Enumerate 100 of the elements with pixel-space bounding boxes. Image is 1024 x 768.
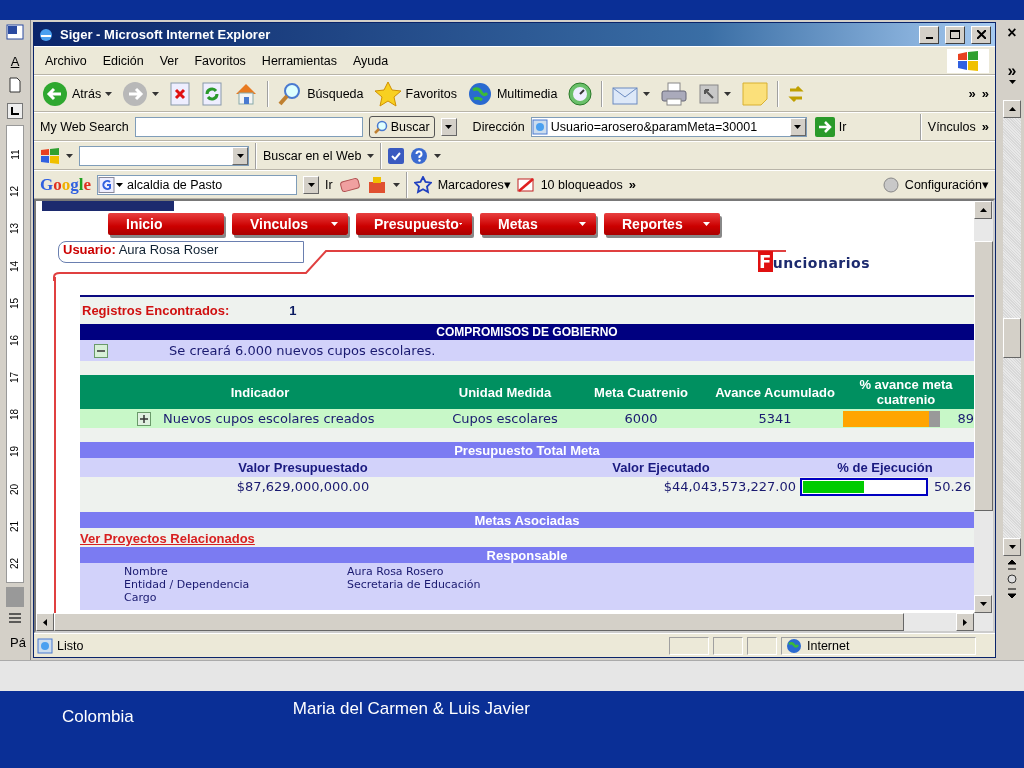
- settings-menu[interactable]: Configuración▾: [904, 177, 989, 192]
- caret-icon: [66, 153, 73, 158]
- windows-flag-icon[interactable]: [40, 147, 60, 164]
- menu-item[interactable]: Edición: [97, 53, 149, 68]
- blocked-count[interactable]: 10 bloqueados: [540, 177, 623, 192]
- toolbar-label[interactable]: Búsqueda: [307, 86, 364, 101]
- dropdown-button[interactable]: [789, 117, 806, 136]
- word-icon[interactable]: [6, 24, 24, 40]
- address-box[interactable]: Usuario=arosero&paramMeta=30001: [530, 116, 807, 137]
- star-icon[interactable]: [373, 80, 402, 107]
- search-icon: [373, 119, 388, 134]
- projects-link[interactable]: Ver Proyectos Relacionados: [80, 530, 255, 547]
- field-label: Nombre: [124, 565, 169, 578]
- go-label[interactable]: Ir: [325, 177, 333, 192]
- g-icon: [98, 176, 124, 193]
- more-chevron[interactable]: »: [1007, 62, 1017, 80]
- document-icon[interactable]: [9, 77, 21, 93]
- menu-item[interactable]: Herramientas: [256, 53, 342, 68]
- section-header: Presupuesto Total Meta: [80, 442, 974, 458]
- radio-icon[interactable]: [882, 176, 899, 193]
- format-label[interactable]: A: [10, 54, 20, 69]
- right-arrow-icon: [963, 618, 967, 626]
- field-label: Entidad / Dependencia: [124, 578, 251, 591]
- help-icon[interactable]: [410, 146, 429, 165]
- caret-icon: [724, 91, 732, 96]
- dropdown-button[interactable]: [303, 175, 319, 194]
- column-header: Meta Cuatrenio: [593, 383, 689, 402]
- ruler-number: 20: [9, 483, 21, 495]
- toolbar-label[interactable]: Multimedia: [496, 86, 558, 101]
- bookmarks-menu[interactable]: Marcadores▾: [437, 177, 511, 192]
- web-search-label[interactable]: Buscar en el Web: [263, 148, 362, 163]
- globe-icon[interactable]: [466, 80, 493, 107]
- scroll-block: [6, 587, 24, 607]
- caret-icon: [434, 153, 442, 158]
- ruler-number: 19: [9, 446, 21, 458]
- frame-icon[interactable]: [698, 82, 721, 105]
- more-chevron[interactable]: »: [968, 86, 976, 101]
- google-search-field[interactable]: alcaldia de Pasto: [124, 177, 296, 192]
- column-header: Unidad Medida: [457, 383, 553, 402]
- nav-tab[interactable]: Inicio: [108, 213, 224, 235]
- down-arrow-icon: [1008, 545, 1016, 549]
- toolbar-label[interactable]: Atrás: [72, 86, 102, 101]
- scroll-thumb[interactable]: [974, 241, 993, 511]
- status-panel: [713, 637, 743, 655]
- menu-item[interactable]: Ayuda: [347, 53, 394, 68]
- search-button[interactable]: Buscar: [368, 115, 435, 138]
- more-chevron[interactable]: »: [981, 86, 989, 101]
- minimize-button[interactable]: [919, 25, 939, 44]
- minimize-icon: [925, 36, 933, 39]
- executed-value: $44,043,573,227.00: [662, 478, 796, 496]
- caret-icon: [367, 153, 375, 158]
- nav-tab[interactable]: Metas: [480, 213, 596, 235]
- user-label: Usuario: Aura Rosa Roser: [58, 241, 304, 263]
- nav-tab[interactable]: Vinculos: [232, 213, 348, 235]
- ruler-number: 16: [9, 334, 21, 346]
- previous-page-icon[interactable]: [1008, 560, 1016, 570]
- star-outline-icon[interactable]: [413, 175, 432, 194]
- stop-icon[interactable]: [169, 81, 192, 106]
- percent-value: 50.26: [934, 478, 972, 496]
- collapse-toggle[interactable]: [94, 343, 108, 358]
- close-button[interactable]: [971, 25, 991, 44]
- nav-tab[interactable]: Presupuesto: [356, 213, 472, 235]
- expand-toggle[interactable]: [137, 411, 151, 426]
- more-chevron[interactable]: »: [628, 177, 636, 192]
- vertical-scrollbar[interactable]: [974, 201, 993, 613]
- scroll-up-button[interactable]: [1003, 100, 1021, 118]
- close-label[interactable]: ×: [1007, 24, 1017, 42]
- toolbar-label[interactable]: Favoritos: [405, 86, 457, 101]
- go-label[interactable]: Ir: [838, 119, 847, 134]
- menu-item[interactable]: Archivo: [40, 53, 92, 68]
- blocked-popup-icon: [516, 176, 535, 193]
- scroll-down-button[interactable]: [1003, 538, 1021, 556]
- field-label: Cargo: [124, 591, 158, 604]
- maximize-button[interactable]: [945, 25, 965, 44]
- dropdown-button[interactable]: [232, 146, 248, 165]
- links-label[interactable]: Vínculos: [927, 119, 976, 134]
- more-chevron[interactable]: »: [981, 119, 989, 134]
- refresh-icon[interactable]: [201, 81, 224, 106]
- lines-icon[interactable]: [9, 613, 21, 623]
- footer-authors: Maria del Carmen & Luis Javier: [292, 699, 530, 719]
- ticket-icon[interactable]: [338, 176, 361, 193]
- up-arrow-icon: [1008, 107, 1016, 111]
- web-search-field[interactable]: [134, 116, 363, 137]
- checkbox-icon[interactable]: [388, 147, 405, 164]
- nav-tab[interactable]: Reportes: [604, 213, 720, 235]
- google-search-box[interactable]: alcaldia de Pasto: [97, 174, 297, 195]
- browse-object-icon[interactable]: [1007, 574, 1017, 584]
- ruler-number: 11: [9, 149, 21, 160]
- next-page-icon[interactable]: [1008, 588, 1016, 598]
- printer-icon[interactable]: [660, 80, 689, 107]
- left-arrow-icon: [43, 618, 47, 626]
- scroll-thumb[interactable]: [1003, 318, 1021, 358]
- menu-item[interactable]: Ver: [154, 53, 184, 68]
- address-field[interactable]: Usuario=arosero&paramMeta=30001: [547, 119, 790, 134]
- down-arrow-icon: [445, 124, 453, 129]
- menu-item[interactable]: Favoritos: [189, 53, 251, 68]
- puzzle-icon[interactable]: [366, 175, 387, 194]
- clock-icon[interactable]: [567, 80, 594, 107]
- dropdown-button[interactable]: [440, 117, 457, 136]
- tab-stop-icon[interactable]: [7, 103, 23, 119]
